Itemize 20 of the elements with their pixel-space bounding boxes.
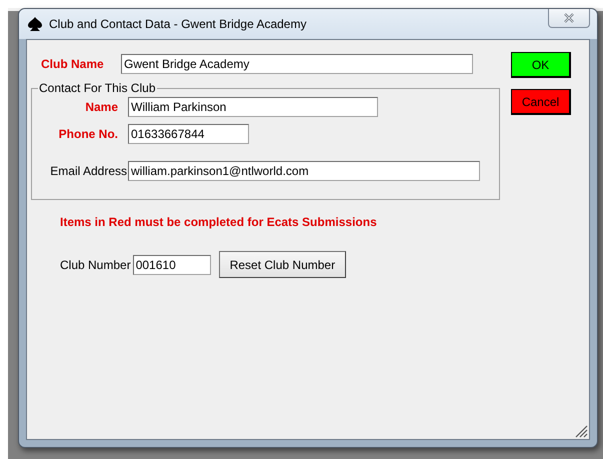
spade-icon bbox=[27, 17, 43, 31]
field-label: Email Address bbox=[49, 164, 128, 178]
field-label: Name bbox=[84, 100, 119, 114]
window-title: Club and Contact Data - Gwent Bridge Academy bbox=[49, 17, 306, 31]
group-title: Contact For This Club bbox=[38, 81, 156, 95]
club-number-field[interactable]: 001610 bbox=[132, 254, 211, 274]
reset-club-number-button[interactable]: Reset Club Number bbox=[218, 251, 346, 278]
close-button[interactable] bbox=[548, 9, 590, 28]
ok-button[interactable]: OK bbox=[511, 52, 571, 78]
resize-grip-icon[interactable] bbox=[574, 424, 588, 438]
field-label: Club Name bbox=[41, 57, 105, 71]
cancel-button[interactable]: Cancel bbox=[511, 89, 571, 115]
field-label: Phone No. bbox=[58, 127, 119, 141]
email-field[interactable]: william.parkinson1@ntlworld.com bbox=[128, 161, 480, 181]
name-field[interactable]: William Parkinson bbox=[128, 97, 378, 117]
notice-text: Items in Red must be completed for Ecats Submissions bbox=[60, 215, 378, 229]
club-name-field[interactable]: Gwent Bridge Academy bbox=[121, 54, 473, 74]
close-icon bbox=[563, 13, 575, 23]
field-label: Club Number bbox=[60, 258, 131, 272]
phone-field[interactable]: 01633667844 bbox=[128, 124, 249, 144]
